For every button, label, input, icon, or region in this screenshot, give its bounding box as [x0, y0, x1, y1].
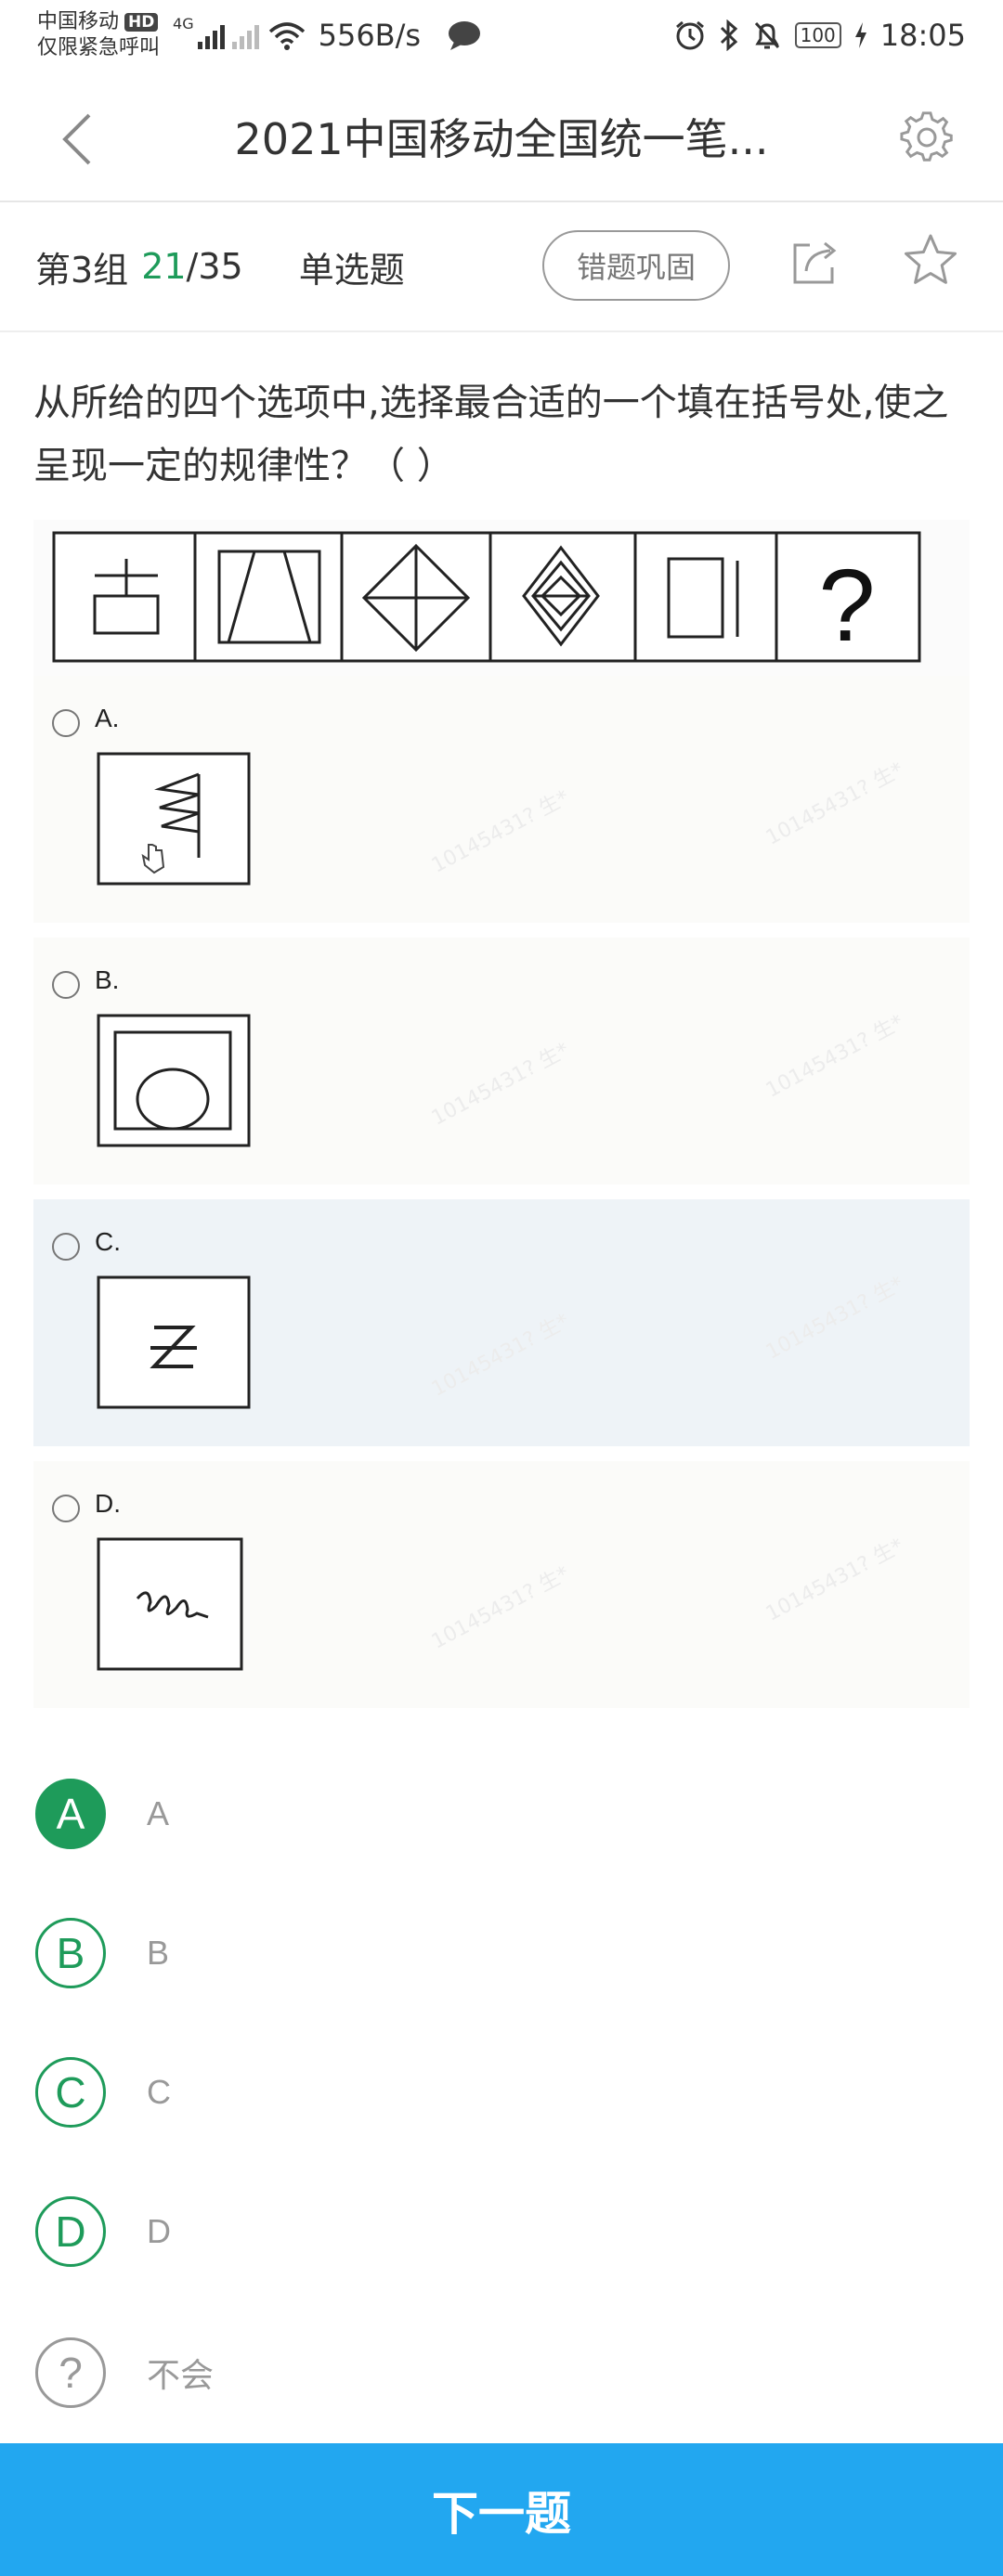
bluetooth-icon	[720, 19, 737, 51]
answer-a-circle[interactable]: A	[35, 1779, 106, 1849]
answer-choice-b[interactable]: B B	[35, 1916, 964, 1990]
answer-a-text: A	[147, 1794, 170, 1832]
option-c-card[interactable]: C. 10145431? 生* 10145431? 生*	[33, 1199, 970, 1446]
page-title: 2021中国移动全国统一笔...	[234, 114, 769, 164]
watermark-text: 10145431? 生*	[427, 1038, 574, 1131]
watermark-text: 10145431? 生*	[427, 785, 574, 878]
answer-b-circle[interactable]: B	[35, 1918, 106, 1988]
status-bar: 中国移动 HD 仅限紧急呼叫 4G 556B/s 100 18:05	[0, 0, 1003, 71]
answer-c-text: C	[147, 2073, 171, 2111]
option-a-figure	[97, 752, 251, 886]
question-info-bar: 第3组 21/35 单选题 错题巩固	[0, 202, 1003, 332]
current-question-number: 21	[141, 246, 187, 287]
watermark-text: 10145431? 生*	[762, 1010, 908, 1103]
question-type-label: 单选题	[298, 249, 405, 291]
answer-choice-unknown[interactable]: ? 不会	[35, 2336, 964, 2410]
option-d-card[interactable]: D. 10145431? 生* 10145431? 生*	[33, 1461, 970, 1708]
option-a-label: A.	[95, 704, 120, 732]
option-a-card[interactable]: A. 10145431? 生* 10145431? 生*	[33, 676, 970, 923]
question-text: 从所给的四个选项中,选择最合适的一个填在括号处,使之呈现一定的规律性？（ ）	[33, 382, 949, 487]
message-bubble-icon	[449, 21, 481, 50]
answer-d-circle[interactable]: D	[35, 2196, 106, 2267]
option-b-figure	[97, 1014, 251, 1147]
network-speed: 556B/s	[318, 18, 422, 53]
signal-off-icon	[231, 21, 259, 49]
answer-b-text: B	[147, 1934, 170, 1972]
answer-c-circle[interactable]: C	[35, 2057, 106, 2128]
svg-text:?: ?	[818, 549, 875, 663]
signal-icon	[197, 21, 225, 49]
watermark-text: 10145431? 生*	[427, 1561, 574, 1654]
group-label: 第3组	[35, 249, 129, 291]
answer-choice-d[interactable]: D D	[35, 2194, 964, 2269]
wrong-review-button[interactable]: 错题巩固	[542, 230, 730, 301]
option-c-radio[interactable]	[52, 1233, 80, 1261]
watermark-text: 10145431? 生*	[762, 1534, 908, 1626]
back-arrow-icon[interactable]	[58, 111, 98, 167]
question-figure-sequence: ?	[33, 520, 970, 676]
answer-unknown-text: 不会	[147, 2356, 215, 2394]
wifi-icon	[268, 22, 305, 50]
progress-counter: 21/35	[141, 246, 243, 287]
share-icon[interactable]	[789, 236, 841, 288]
watermark-text: 10145431? 生*	[762, 757, 908, 850]
net-type-label: 4G	[173, 15, 194, 32]
charging-icon	[854, 22, 866, 48]
option-c-label: C.	[95, 1227, 121, 1256]
carrier-info: 中国移动 HD 仅限紧急呼叫	[37, 9, 160, 61]
option-b-label: B.	[95, 965, 120, 994]
carrier-name: 中国移动	[37, 10, 120, 33]
answer-choice-a[interactable]: A A	[35, 1777, 964, 1851]
question-mark-icon[interactable]: ?	[35, 2337, 106, 2408]
option-a-radio[interactable]	[52, 709, 80, 737]
option-b-radio[interactable]	[52, 971, 80, 999]
option-b-card[interactable]: B. 10145431? 生* 10145431? 生*	[33, 938, 970, 1184]
answer-d-text: D	[147, 2212, 171, 2250]
watermark-text: 10145431? 生*	[427, 1309, 574, 1402]
watermark-text: 10145431? 生*	[762, 1272, 908, 1365]
battery-icon: 100	[794, 22, 841, 48]
figure-sequence-image: ?	[52, 531, 921, 663]
alarm-icon	[675, 20, 704, 50]
clock-time: 18:05	[879, 18, 966, 53]
option-d-figure	[97, 1537, 243, 1671]
mute-bell-icon	[754, 21, 779, 49]
hd-badge: HD	[124, 13, 159, 32]
option-c-figure	[97, 1275, 251, 1409]
option-d-label: D.	[95, 1489, 121, 1518]
option-d-radio[interactable]	[52, 1495, 80, 1522]
settings-gear-icon[interactable]	[899, 110, 955, 165]
total-questions: /35	[186, 246, 243, 287]
answer-choice-c[interactable]: C C	[35, 2055, 964, 2129]
app-header: 2021中国移动全国统一笔...	[0, 71, 1003, 202]
next-question-button[interactable]: 下一题	[0, 2443, 1003, 2576]
emergency-text: 仅限紧急呼叫	[37, 36, 161, 59]
favorite-star-icon[interactable]	[903, 232, 958, 288]
